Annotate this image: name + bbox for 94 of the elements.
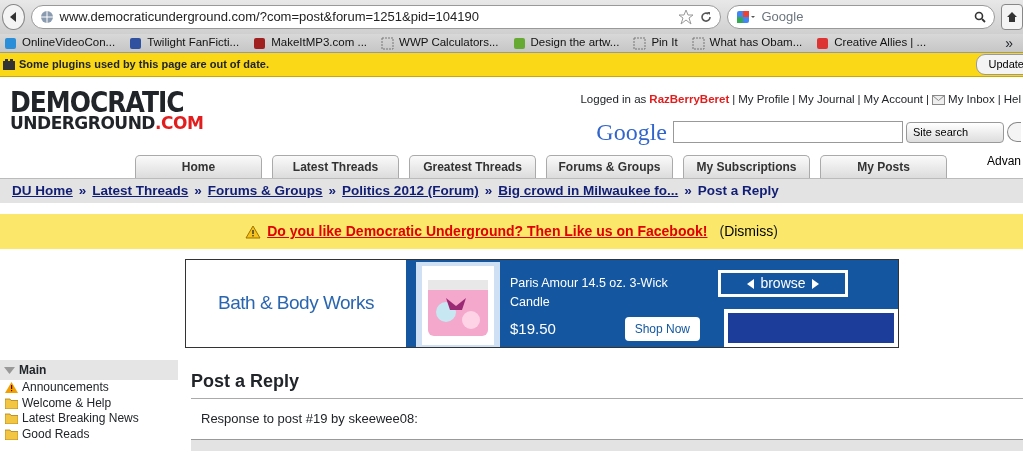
breadcrumb-separator: » <box>194 181 202 200</box>
bookmark-icon <box>129 36 143 50</box>
bookmark[interactable]: OnlineVideoCon... <box>4 34 116 52</box>
plugin-icon <box>2 58 16 71</box>
home-icon <box>1005 11 1018 23</box>
shop-now-button[interactable]: Shop Now <box>624 317 700 341</box>
breadcrumb-separator: » <box>328 181 337 200</box>
ad-banner[interactable]: Bath & Body Works Paris Amour 14.5 oz. 3-Wick Candle $19.50 Shop Now browse <box>185 259 899 348</box>
breadcrumb-separator: » <box>684 181 692 200</box>
mail-icon <box>932 94 946 105</box>
page-heading: Post a Reply <box>191 368 1023 399</box>
arrow-right-icon <box>811 278 819 289</box>
separator: | <box>792 92 796 107</box>
warning-icon <box>245 224 262 239</box>
breadcrumb-link[interactable]: Big crowd in Milwaukee fo... <box>498 180 679 202</box>
bookmark[interactable]: Design the artw... <box>512 34 620 52</box>
separator: | <box>732 92 736 107</box>
google-logo: Google <box>596 118 667 148</box>
notification-text: Some plugins used by this page are out of date. <box>19 57 269 73</box>
breadcrumb-link[interactable]: Forums & Groups <box>207 180 323 202</box>
search-field[interactable]: Google <box>726 5 995 29</box>
bookmark[interactable]: Creative Allies | ... <box>816 34 927 52</box>
nav-tab[interactable]: Home <box>135 155 262 178</box>
update-button[interactable]: Update <box>975 54 1023 75</box>
warning-icon <box>5 382 18 394</box>
star-icon[interactable] <box>677 9 694 25</box>
sidebar-item[interactable]: Good Reads <box>0 426 178 442</box>
browse-button[interactable]: browse <box>718 270 848 297</box>
logo-text: UNDERGROUND.COM <box>10 114 204 131</box>
bookmark-icon <box>691 36 705 50</box>
dismiss-link[interactable]: Dismiss <box>724 223 774 239</box>
breadcrumb-separator: » <box>484 181 493 200</box>
breadcrumb-link[interactable]: DU Home <box>12 180 73 202</box>
advanced-link[interactable]: Advan <box>986 152 1021 171</box>
nav-tab[interactable]: Greatest Threads <box>409 155 536 178</box>
search-placeholder: Google <box>761 8 805 27</box>
nav-tab[interactable]: Forums & Groups <box>546 155 673 178</box>
separator: | <box>926 92 930 107</box>
google-icon <box>735 9 756 25</box>
separator: | <box>857 92 861 107</box>
response-label: Response to post #19 by skeewee08: <box>200 410 419 428</box>
ad-product: Paris Amour 14.5 oz. 3-Wick Candle <box>510 275 669 311</box>
search-input[interactable] <box>673 121 903 144</box>
reload-icon[interactable] <box>699 11 712 23</box>
globe-icon <box>39 10 54 24</box>
sidebar-title: Main <box>19 362 47 379</box>
user-link[interactable]: My Journal <box>798 91 855 109</box>
bookmark-icon <box>816 36 830 50</box>
breadcrumb-separator: » <box>78 181 87 200</box>
sidebar-header[interactable]: Main <box>0 360 178 380</box>
bookmark-icon <box>4 36 17 50</box>
overflow-chevron[interactable]: » <box>1005 34 1013 52</box>
bookmark[interactable]: WWP Calculators... <box>381 34 499 52</box>
ad-price: $19.50 <box>510 318 556 339</box>
user-link[interactable]: Hel <box>1003 91 1021 109</box>
sidebar-item[interactable]: Announcements <box>0 380 178 396</box>
bookmark-icon <box>253 36 267 50</box>
nav-tab[interactable]: My Subscriptions <box>683 155 810 178</box>
bookmark[interactable]: Twilight FanFicti... <box>129 34 240 52</box>
scope-select[interactable]: Site search <box>906 122 1004 143</box>
back-button[interactable] <box>2 4 25 30</box>
bookmark-icon <box>633 36 647 50</box>
user-link[interactable]: My Inbox <box>948 91 995 109</box>
ad-brand: Bath & Body Works <box>218 291 374 316</box>
login-label: Logged in as <box>580 92 647 107</box>
folder-icon <box>5 413 18 425</box>
breadcrumb-current: Post a Reply <box>697 181 779 200</box>
nav-tab[interactable]: My Posts <box>820 155 947 178</box>
nav-tab[interactable]: Latest Threads <box>272 155 399 178</box>
username-link[interactable]: RazBerryBeret <box>649 91 730 109</box>
url-text: www.democraticunderground.com/?com=post&forum=1251&pid=104190 <box>59 8 480 27</box>
separator: | <box>997 92 1001 107</box>
bookmark[interactable]: What has Obam... <box>691 34 803 52</box>
home-button[interactable] <box>1000 4 1023 30</box>
facebook-link[interactable]: Do you like Democratic Underground? Then Like us on Facebook! <box>267 221 708 242</box>
breadcrumb-link[interactable]: Politics 2012 (Forum) <box>342 180 479 202</box>
paren: ) <box>773 223 778 239</box>
bookmark-icon <box>512 36 526 50</box>
folder-icon <box>5 397 18 409</box>
breadcrumb-link[interactable]: Latest Threads <box>92 180 189 202</box>
bookmark[interactable]: MakeItMP3.com ... <box>253 34 368 52</box>
bookmark[interactable]: Pin It <box>633 34 678 52</box>
search-icon[interactable] <box>973 11 986 23</box>
back-icon <box>8 11 19 23</box>
sidebar-item[interactable]: Latest Breaking News <box>0 411 178 427</box>
user-link[interactable]: My Profile <box>738 91 790 109</box>
bookmark-icon <box>381 36 395 50</box>
sidebar-item[interactable]: Welcome & Help <box>0 395 178 411</box>
arrow-left-icon <box>747 278 755 289</box>
user-link[interactable]: My Account <box>863 91 924 109</box>
address-bar[interactable]: www.democraticunderground.com/?com=post&forum=1251&pid=104190 <box>30 5 721 29</box>
paren: ( <box>719 223 725 239</box>
folder-icon <box>5 428 18 440</box>
logo-text: DEMOCRATIC <box>10 89 184 117</box>
